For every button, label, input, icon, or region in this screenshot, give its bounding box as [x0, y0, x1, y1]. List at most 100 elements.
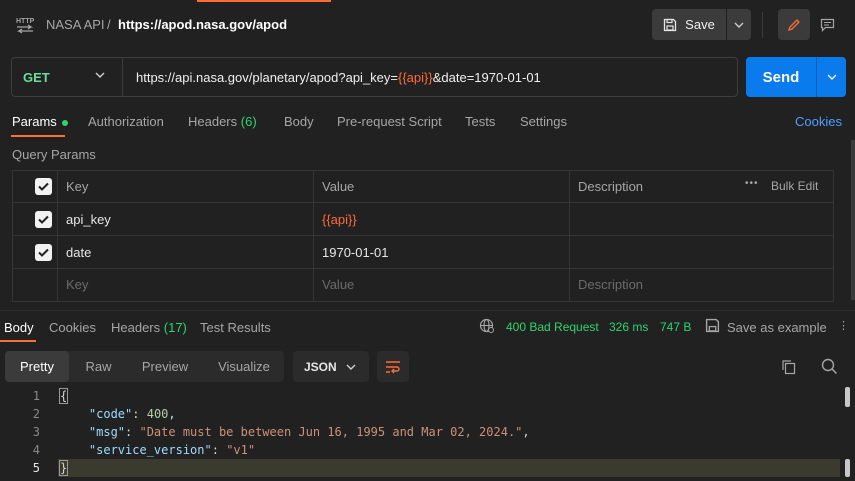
select-all-checkbox[interactable] — [35, 178, 52, 195]
code-line[interactable]: "msg": "Date must be between Jun 16, 199… — [60, 425, 530, 439]
row-checkbox[interactable] — [35, 244, 52, 261]
table-divider — [313, 170, 314, 302]
row-checkbox[interactable] — [35, 211, 52, 228]
save-icon — [664, 18, 677, 31]
globe-icon[interactable] — [479, 318, 495, 337]
svg-text:HTTP: HTTP — [16, 18, 35, 25]
response-tab-underline — [0, 340, 36, 342]
tab-pre-request-script[interactable]: Pre-request Script — [337, 114, 442, 129]
tab-settings[interactable]: Settings — [520, 114, 567, 129]
param-value[interactable]: {{api}} — [322, 212, 357, 227]
format-label: JSON — [304, 359, 337, 374]
new-value-input[interactable]: Value — [322, 277, 354, 292]
open-brace: { — [58, 388, 69, 404]
breadcrumb-separator: / — [107, 17, 111, 32]
response-divider — [0, 310, 855, 311]
url-suffix: &date=1970-01-01 — [432, 70, 541, 85]
column-header-value: Value — [322, 179, 355, 194]
chevron-down-icon — [827, 74, 836, 80]
tab-active-underline — [11, 135, 65, 137]
param-key[interactable]: date — [66, 245, 91, 260]
method-divider — [122, 58, 123, 96]
url-variable: {{api}} — [398, 70, 433, 85]
response-status[interactable]: 400 Bad Request — [506, 320, 599, 334]
chevron-down-icon — [95, 72, 105, 78]
response-headers-count: (17) — [163, 320, 187, 335]
params-table — [12, 170, 834, 302]
send-button[interactable]: Send — [746, 57, 816, 97]
response-size[interactable]: 747 B — [660, 320, 691, 334]
json-value-msg: "Date must be between Jun 16, 1995 and M… — [139, 425, 523, 439]
json-key-service-version: "service_version" — [88, 443, 212, 457]
more-options-icon[interactable]: ••• — [745, 178, 759, 189]
view-visualize[interactable]: Visualize — [204, 351, 284, 382]
url-prefix: https://api.nasa.gov/planetary/apod?api_… — [136, 70, 398, 85]
editor-scrollbar-marker[interactable] — [845, 459, 850, 477]
tab-tests[interactable]: Tests — [465, 114, 495, 129]
wrap-lines-button[interactable] — [377, 351, 409, 382]
cookies-link[interactable]: Cookies — [795, 114, 842, 129]
search-icon[interactable] — [821, 358, 838, 378]
response-tab-headers[interactable]: Headers (17) — [111, 320, 187, 335]
send-options-button[interactable] — [817, 57, 846, 97]
table-divider — [12, 268, 834, 269]
checkmark-icon — [38, 248, 49, 257]
close-brace: } — [58, 460, 69, 476]
toolbar-divider — [762, 12, 763, 38]
request-title[interactable]: https://apod.nasa.gov/apod — [118, 17, 287, 32]
column-header-description: Description — [578, 179, 644, 194]
code-line[interactable]: "code": 400, — [60, 407, 176, 421]
request-scrollbar[interactable] — [851, 140, 855, 300]
table-divider — [569, 170, 570, 302]
comments-button[interactable] — [812, 9, 842, 40]
format-select[interactable]: JSON — [293, 351, 369, 382]
comment-icon — [820, 18, 834, 32]
current-line-highlight — [58, 459, 840, 477]
table-divider — [57, 170, 58, 302]
view-preview[interactable]: Preview — [128, 351, 202, 382]
line-number: 4 — [32, 443, 40, 457]
save-options-button[interactable] — [727, 9, 751, 40]
query-params-title: Query Params — [12, 147, 96, 162]
response-time[interactable]: 326 ms — [609, 320, 648, 334]
code-line[interactable]: { — [58, 388, 69, 404]
line-number: 2 — [32, 407, 40, 421]
url-input[interactable]: https://api.nasa.gov/planetary/apod?api_… — [136, 70, 541, 85]
code-line[interactable]: "service_version": "v1" — [60, 443, 255, 457]
tab-params[interactable]: Params — [12, 114, 68, 129]
breadcrumb-collection[interactable]: NASA API — [46, 17, 105, 32]
code-line[interactable]: } — [58, 460, 69, 476]
wrap-icon — [386, 360, 400, 373]
param-value[interactable]: 1970-01-01 — [322, 245, 389, 260]
line-number: 3 — [32, 425, 40, 439]
view-pretty[interactable]: Pretty — [5, 351, 69, 382]
response-tab-test-results[interactable]: Test Results — [200, 320, 271, 335]
bulk-edit-link[interactable]: Bulk Edit — [771, 179, 818, 193]
chevron-down-icon — [346, 364, 356, 370]
method-select[interactable]: GET — [11, 57, 122, 97]
param-key[interactable]: api_key — [66, 212, 111, 227]
save-button[interactable]: Save — [652, 9, 726, 40]
edit-button[interactable] — [778, 9, 810, 40]
line-number: 5 — [32, 461, 40, 475]
more-options-icon[interactable]: ⋮ — [838, 319, 849, 332]
editor-scrollbar-thumb[interactable] — [845, 387, 850, 407]
view-raw[interactable]: Raw — [70, 351, 127, 382]
json-key-code: "code" — [88, 407, 133, 421]
save-icon — [705, 318, 720, 336]
tab-authorization[interactable]: Authorization — [88, 114, 164, 129]
save-label: Save — [685, 17, 715, 32]
new-key-input[interactable]: Key — [66, 277, 88, 292]
save-as-example-button[interactable]: Save as example — [727, 320, 827, 335]
new-description-input[interactable]: Description — [578, 277, 643, 292]
pencil-icon — [787, 18, 800, 31]
table-divider — [12, 235, 834, 236]
copy-icon[interactable] — [781, 359, 797, 378]
response-tab-cookies[interactable]: Cookies — [49, 320, 96, 335]
response-tab-body[interactable]: Body — [4, 320, 34, 335]
line-number: 1 — [32, 389, 40, 403]
tab-headers[interactable]: Headers (6) — [188, 114, 257, 129]
tab-body[interactable]: Body — [284, 114, 314, 129]
headers-count: (6) — [240, 114, 257, 129]
active-tab-indicator — [197, 0, 331, 2]
